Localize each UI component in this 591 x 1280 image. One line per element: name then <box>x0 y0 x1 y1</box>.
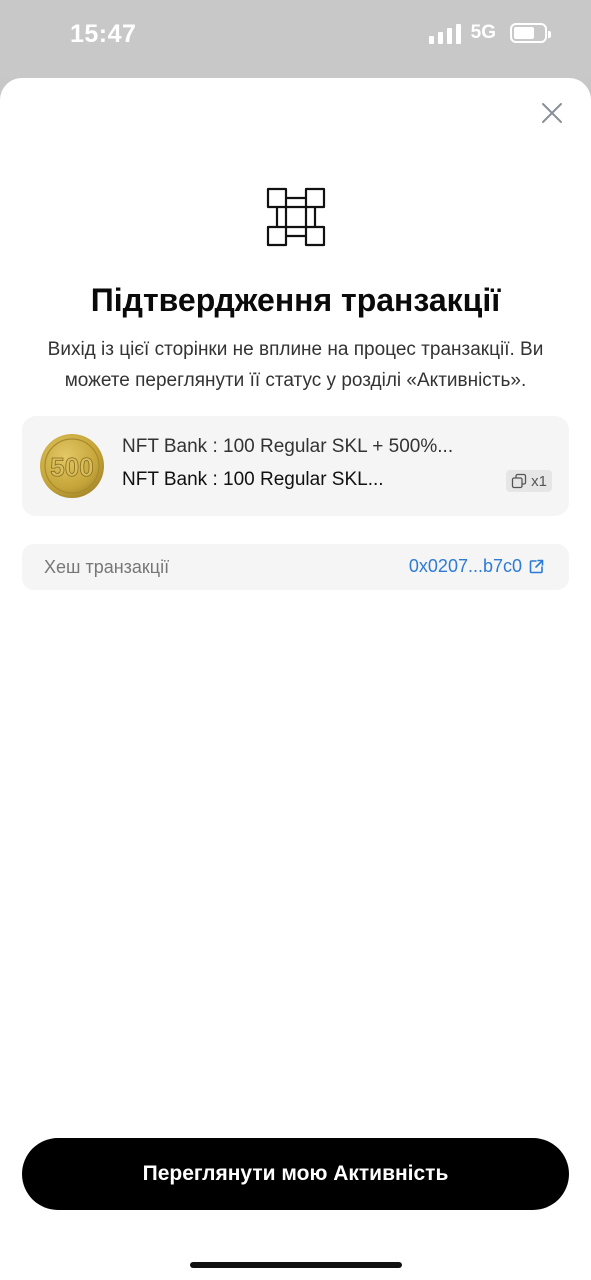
transaction-grid-icon <box>266 187 326 247</box>
page-title: Підтвердження транзакції <box>90 282 501 318</box>
close-button[interactable] <box>539 100 565 126</box>
status-indicators: 5G <box>428 22 551 44</box>
nft-collection-name: NFT Bank : 100 Regular SKL + 500%... <box>122 436 454 457</box>
page-subtitle: Вихід із цієї сторінки не вплине на проц… <box>47 339 544 391</box>
transaction-hash-row: Хеш транзакції 0x0207...b7c0 <box>22 544 569 590</box>
network-label: 5G <box>470 22 496 43</box>
status-bar: 15:47 5G <box>0 0 591 78</box>
hash-value: 0x0207...b7c0 <box>408 556 522 576</box>
home-indicator <box>190 1262 402 1268</box>
nft-item-name: NFT Bank : 100 Regular SKL... <box>122 469 384 490</box>
status-time: 15:47 <box>70 20 137 48</box>
nft-coin-image: 500 <box>40 434 104 498</box>
external-link-icon <box>529 559 544 574</box>
battery-icon <box>510 23 551 43</box>
quantity-badge: x1 <box>506 470 552 492</box>
signal-icon <box>428 22 461 44</box>
view-activity-button[interactable]: Переглянути мою Активність <box>22 1138 569 1210</box>
quantity-label: x1 <box>531 472 547 490</box>
copies-icon <box>512 473 527 489</box>
coin-value: 500 <box>50 452 93 482</box>
close-icon <box>542 103 562 123</box>
nft-card: 500 NFT Bank : 100 Regular SKL + 500%...… <box>22 416 569 516</box>
hash-label: Хеш транзакції <box>44 557 170 577</box>
transaction-sheet: Підтвердження транзакції Вихід із цієї с… <box>0 78 591 1280</box>
hash-link[interactable]: 0x0207...b7c0 <box>409 556 545 577</box>
